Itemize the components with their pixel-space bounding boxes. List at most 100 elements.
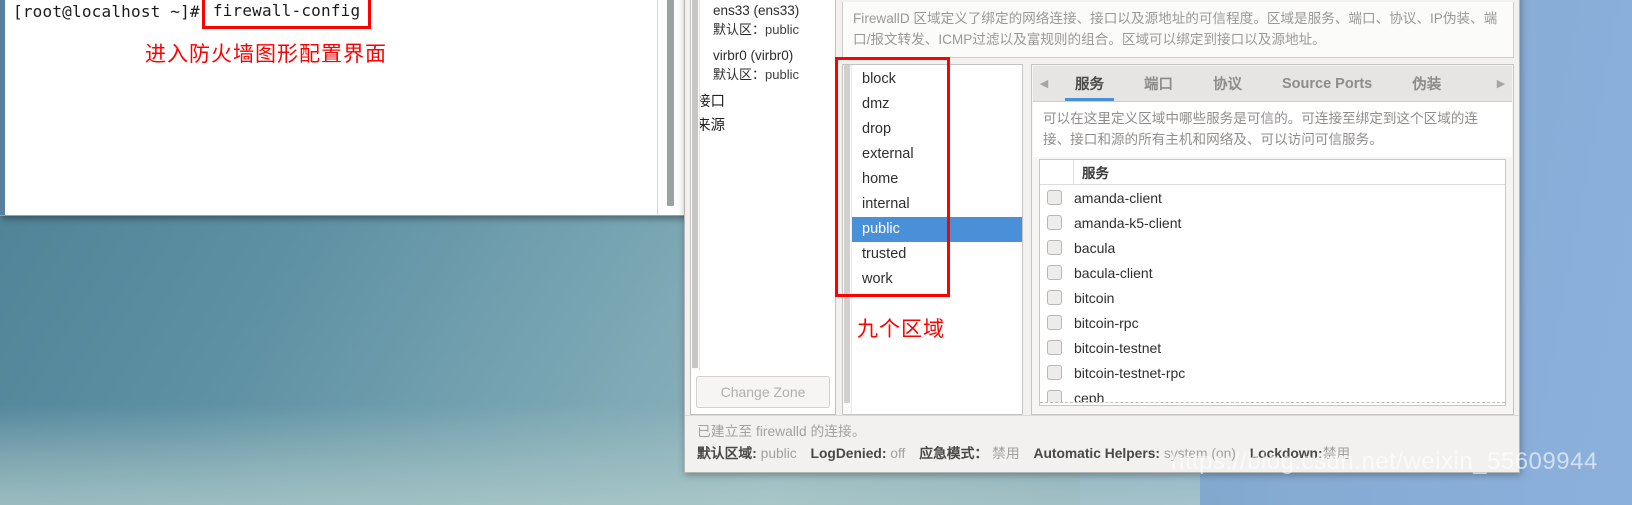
zone-detail-split: block dmz drop external home internal pu…: [835, 57, 1514, 415]
terminal-prompt: [root@localhost ~]#: [13, 2, 200, 21]
zone-list-scrollbar[interactable]: [843, 65, 852, 414]
terminal-scrollbar[interactable]: [657, 0, 685, 215]
service-name: bacula-client: [1074, 264, 1153, 281]
status-helpers-value: system (on): [1163, 446, 1236, 461]
table-row[interactable]: bitcoin-testnet: [1040, 335, 1505, 360]
tab-services[interactable]: 服务: [1055, 66, 1124, 101]
zone-item-internal[interactable]: internal: [852, 192, 1022, 217]
zone-item-trusted[interactable]: trusted: [852, 242, 1022, 267]
service-table-rows[interactable]: amanda-client amanda-k5-client bacula ba…: [1040, 185, 1505, 402]
service-name: bitcoin-testnet-rpc: [1074, 364, 1186, 381]
table-row[interactable]: amanda-k5-client: [1040, 210, 1505, 235]
service-name: bitcoin: [1074, 289, 1115, 306]
firewall-config-window[interactable]: ens33 (ens33) 默认区：public virbr0 (virbr0)…: [684, 0, 1520, 473]
connection-name: ens33 (ens33): [713, 3, 800, 18]
status-logdenied-value: off: [890, 446, 906, 461]
terminal-window[interactable]: [root@localhost ~]# firewall-config 进入防火…: [0, 0, 686, 216]
tab-source-ports[interactable]: Source Ports: [1262, 66, 1392, 101]
tab-masquerade[interactable]: 伪装: [1392, 66, 1461, 101]
terminal-scrollbar-thumb[interactable]: [667, 0, 674, 206]
connection-default-zone-value: public: [765, 67, 799, 82]
table-row[interactable]: bitcoin-testnet-rpc: [1040, 360, 1505, 385]
tab-protocols[interactable]: 协议: [1193, 66, 1262, 101]
firewall-right-area: FirewallD 区域定义了绑定的网络连接、接口以及源地址的可信程度。区域是服…: [835, 0, 1514, 415]
connection-default-zone: 默认区：public: [713, 65, 831, 84]
status-panic-label: 应急模式：: [919, 446, 989, 461]
status-bar: 已建立至 firewalld 的连接。 默认区域: public LogDeni…: [685, 415, 1519, 472]
terminal-prompt-row: [root@localhost ~]# firewall-config: [11, 0, 657, 29]
checkbox-icon[interactable]: [1047, 290, 1062, 305]
zone-detail-panel: ◀ 服务 端口 协议 Source Ports 伪装 ▶ 可以在这里定义区域中哪…: [1031, 64, 1514, 415]
tree-node-interfaces[interactable]: 接口: [691, 90, 835, 114]
checkbox-icon[interactable]: [1047, 365, 1062, 380]
terminal-command: firewall-config: [212, 0, 361, 20]
zone-list-panel[interactable]: block dmz drop external home internal pu…: [835, 57, 1023, 415]
change-zone-button[interactable]: Change Zone: [696, 376, 830, 408]
zone-list-scrollbar-thumb[interactable]: [844, 65, 850, 403]
tree-node-sources[interactable]: 来源: [691, 114, 835, 138]
connections-panel[interactable]: ens33 (ens33) 默认区：public virbr0 (virbr0)…: [690, 0, 836, 415]
table-row[interactable]: bitcoin: [1040, 285, 1505, 310]
table-row[interactable]: bacula-client: [1040, 260, 1505, 285]
service-table-header: 服务: [1040, 160, 1505, 185]
connections-tree[interactable]: ens33 (ens33) 默认区：public virbr0 (virbr0)…: [691, 0, 835, 370]
connection-item-virbr0[interactable]: virbr0 (virbr0) 默认区：public: [691, 45, 835, 90]
checkbox-icon[interactable]: [1047, 265, 1062, 280]
service-table-bottom-divider: [1040, 402, 1505, 405]
table-row[interactable]: amanda-client: [1040, 185, 1505, 210]
checkbox-icon[interactable]: [1047, 340, 1062, 355]
zone-item-work[interactable]: work: [852, 267, 1022, 292]
status-connection-text: 已建立至 firewalld 的连接。: [697, 424, 866, 439]
connection-item-ens33[interactable]: ens33 (ens33) 默认区：public: [691, 0, 835, 45]
detail-tab-items: 服务 端口 协议 Source Ports 伪装: [1055, 66, 1490, 101]
terminal-body[interactable]: [root@localhost ~]# firewall-config 进入防火…: [5, 0, 657, 215]
checkbox-icon[interactable]: [1047, 315, 1062, 330]
service-header-name-column: 服务: [1082, 166, 1109, 181]
tab-scroll-right-icon[interactable]: ▶: [1490, 66, 1512, 101]
connection-default-zone-value: public: [765, 22, 799, 37]
zone-description-text: FirewallD 区域定义了绑定的网络连接、接口以及源地址的可信程度。区域是服…: [842, 2, 1514, 58]
service-name: amanda-client: [1074, 189, 1162, 206]
zone-item-block[interactable]: block: [852, 67, 1022, 92]
status-default-zone-value: public: [760, 446, 797, 461]
table-row[interactable]: ceph: [1040, 385, 1505, 402]
service-description-text: 可以在这里定义区域中哪些服务是可信的。可连接至绑定到这个区域的连接、接口和源的所…: [1033, 102, 1512, 157]
tab-ports[interactable]: 端口: [1124, 66, 1193, 101]
checkbox-icon[interactable]: [1047, 190, 1062, 205]
zone-list[interactable]: block dmz drop external home internal pu…: [852, 65, 1022, 414]
zone-item-drop[interactable]: drop: [852, 117, 1022, 142]
zone-item-external[interactable]: external: [852, 142, 1022, 167]
table-row[interactable]: bacula: [1040, 235, 1505, 260]
change-zone-button-wrap: Change Zone: [691, 370, 835, 414]
service-table[interactable]: 服务 amanda-client amanda-k5-client bacula…: [1039, 159, 1506, 406]
service-name: bitcoin-rpc: [1074, 314, 1139, 331]
checkbox-icon[interactable]: [1047, 215, 1062, 230]
connection-default-zone-label: 默认区：: [713, 67, 766, 82]
status-lockdown-label: Lockdown:: [1249, 446, 1323, 461]
connection-name: virbr0 (virbr0): [713, 48, 794, 63]
status-default-zone-label: 默认区域:: [697, 446, 757, 461]
service-header-checkbox-column: [1040, 160, 1074, 184]
command-highlight-box: firewall-config: [201, 0, 372, 29]
checkbox-icon[interactable]: [1047, 390, 1062, 402]
table-row[interactable]: bitcoin-rpc: [1040, 310, 1505, 335]
service-name: ceph: [1074, 389, 1105, 403]
service-name: bacula: [1074, 239, 1116, 256]
zone-item-dmz[interactable]: dmz: [852, 92, 1022, 117]
connections-tree-scrollbar[interactable]: [691, 0, 700, 370]
zone-item-public[interactable]: public: [852, 217, 1022, 242]
desktop: [root@localhost ~]# firewall-config 进入防火…: [0, 0, 1632, 505]
zone-tabstrip: [842, 0, 1514, 2]
service-name: amanda-k5-client: [1074, 214, 1182, 231]
tab-scroll-left-icon[interactable]: ◀: [1033, 66, 1055, 101]
checkbox-icon[interactable]: [1047, 240, 1062, 255]
zone-item-home[interactable]: home: [852, 167, 1022, 192]
status-details-row: 默认区域: public LogDenied: off 应急模式： 禁用 Aut…: [697, 443, 1507, 465]
connection-default-zone: 默认区：public: [713, 20, 831, 39]
detail-tabbar[interactable]: ◀ 服务 端口 协议 Source Ports 伪装 ▶: [1033, 66, 1512, 102]
status-logdenied-label: LogDenied:: [810, 446, 887, 461]
service-name: bitcoin-testnet: [1074, 339, 1162, 356]
status-helpers-label: Automatic Helpers:: [1033, 446, 1160, 461]
terminal-annotation-text: 进入防火墙图形配置界面: [145, 42, 387, 66]
connections-tree-scrollbar-thumb[interactable]: [692, 0, 698, 368]
